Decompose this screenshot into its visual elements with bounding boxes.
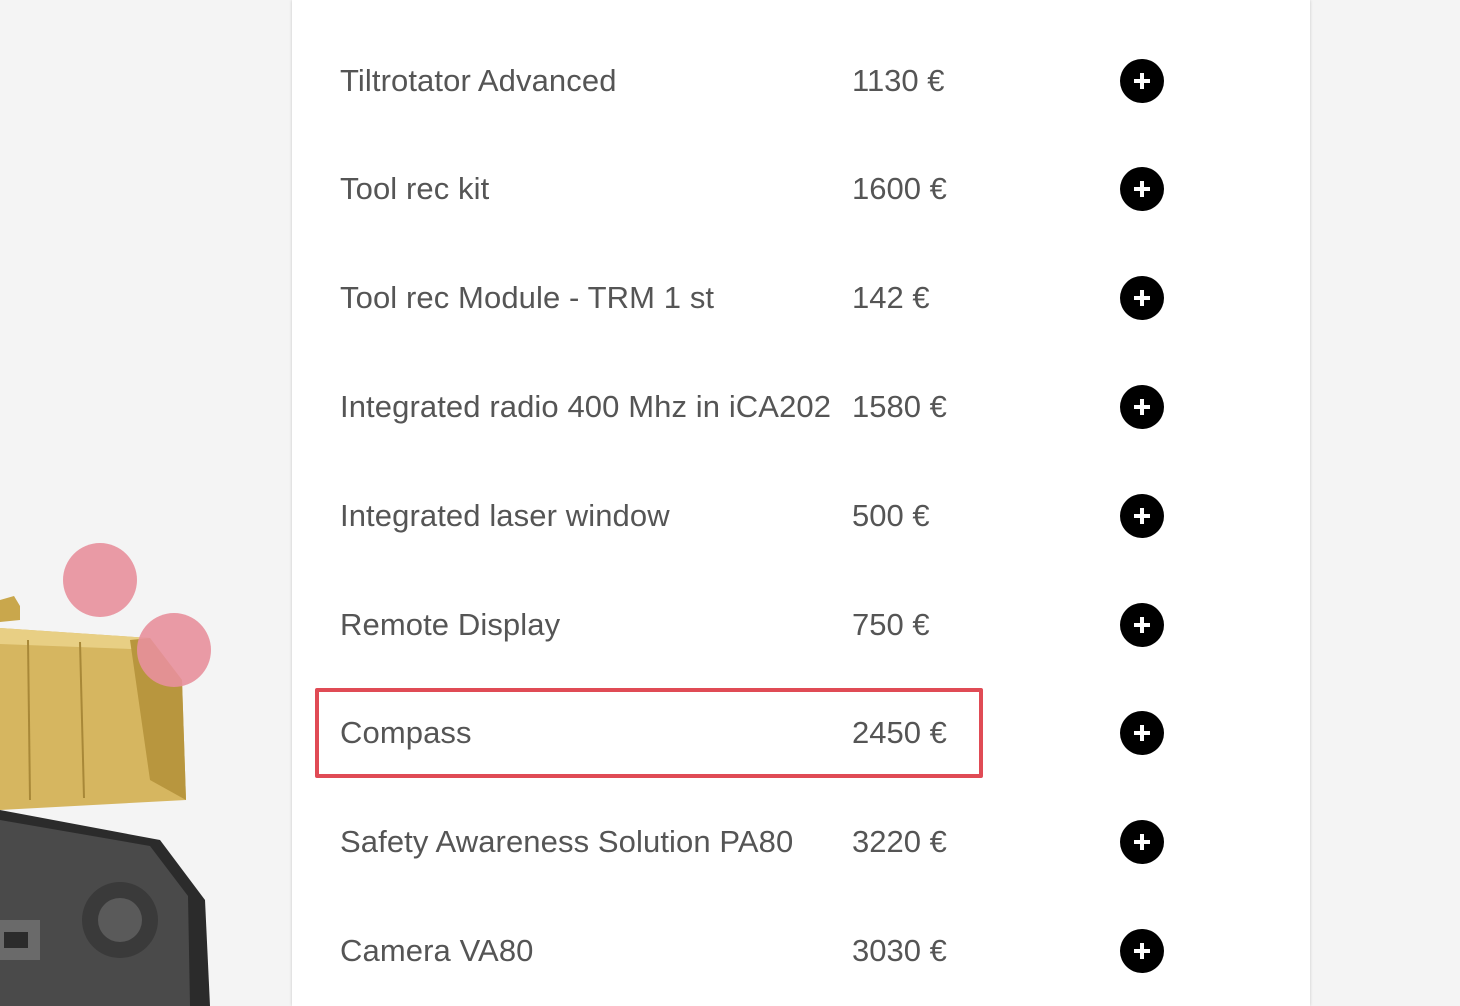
product-name: Safety Awareness Solution PA80 [340, 824, 794, 859]
add-button[interactable] [1120, 385, 1164, 429]
plus-icon [1134, 725, 1150, 741]
product-price: 500 € [852, 498, 930, 533]
plus-icon [1134, 181, 1150, 197]
plus-icon [1134, 617, 1150, 633]
plus-icon [1134, 943, 1150, 959]
product-price: 1580 € [852, 389, 947, 424]
product-name: Compass [340, 715, 472, 750]
add-button[interactable] [1120, 711, 1164, 755]
plus-icon [1134, 834, 1150, 850]
product-price: 142 € [852, 280, 930, 315]
add-button[interactable] [1120, 820, 1164, 864]
product-price: 1130 € [852, 63, 945, 98]
add-button[interactable] [1120, 603, 1164, 647]
plus-icon [1134, 508, 1150, 524]
list-item: Compass 2450 € [340, 703, 1220, 763]
product-price: 750 € [852, 607, 930, 642]
product-price: 1600 € [852, 171, 947, 206]
product-price: 2450 € [852, 715, 947, 750]
list-item: Safety Awareness Solution PA80 3220 € [340, 812, 1220, 872]
list-item: Camera VA80 3030 € [340, 921, 1220, 981]
product-name: Integrated radio 400 Mhz in iCA202 [340, 389, 832, 424]
product-name: Camera VA80 [340, 933, 534, 968]
accessory-list-card: Tiltrotator Advanced 1130 € Tool rec kit… [292, 0, 1310, 1006]
list-item: Tool rec Module - TRM 1 st 142 € [340, 268, 1220, 328]
plus-icon [1134, 73, 1150, 89]
add-button[interactable] [1120, 59, 1164, 103]
list-item: Tool rec kit 1600 € [340, 159, 1220, 219]
product-price: 3030 € [852, 933, 947, 968]
plus-icon [1134, 399, 1150, 415]
excavator-illustration [0, 543, 211, 1006]
add-button[interactable] [1120, 494, 1164, 538]
add-button[interactable] [1120, 276, 1164, 320]
add-button[interactable] [1120, 929, 1164, 973]
list-item: Tiltrotator Advanced 1130 € [340, 51, 1220, 111]
plus-icon [1134, 290, 1150, 306]
list-item: Integrated radio 400 Mhz in iCA202 1580 … [340, 377, 1220, 437]
add-button[interactable] [1120, 167, 1164, 211]
product-name: Tiltrotator Advanced [340, 63, 617, 98]
list-item: Remote Display 750 € [340, 595, 1220, 655]
product-name: Integrated laser window [340, 498, 670, 533]
page: Tiltrotator Advanced 1130 € Tool rec kit… [0, 0, 1460, 1006]
product-name: Tool rec Module - TRM 1 st [340, 280, 715, 315]
list-item: Integrated laser window 500 € [340, 486, 1220, 546]
product-name: Tool rec kit [340, 171, 490, 206]
product-price: 3220 € [852, 824, 947, 859]
product-name: Remote Display [340, 607, 561, 642]
